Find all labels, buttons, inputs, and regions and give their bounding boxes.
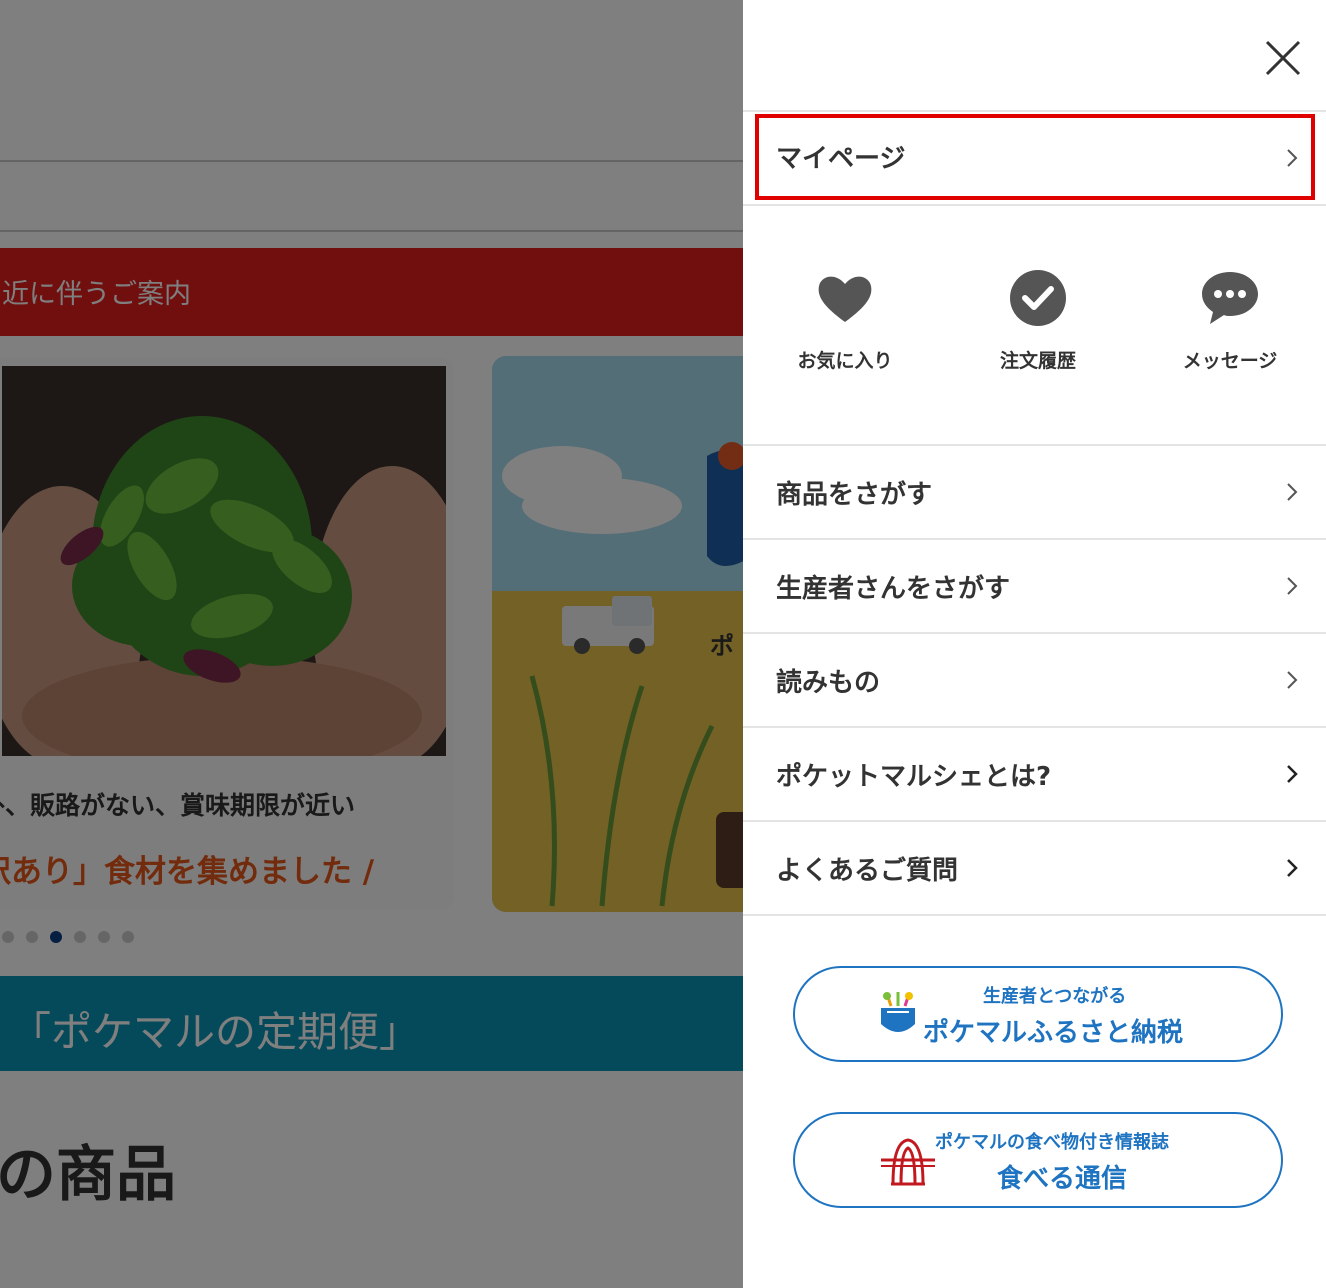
side-drawer: マイページ お気に入り 注文履歴 メッセージ 商品をさがす 生産者さんをさがす …	[743, 0, 1326, 1288]
menu-item-label: 読みもの	[776, 668, 881, 698]
furusato-logo-icon	[881, 992, 915, 1032]
taberu-title: 食べる通信	[997, 1164, 1128, 1194]
close-icon	[1265, 40, 1301, 76]
menu-item-articles[interactable]: 読みもの	[743, 634, 1326, 726]
divider	[743, 204, 1326, 206]
quick-link-favorites[interactable]: お気に入り	[770, 268, 920, 373]
menu-item-label: ポケットマルシェとは?	[776, 762, 1052, 792]
menu-item-search-producers[interactable]: 生産者さんをさがす	[743, 540, 1326, 632]
menu-item-search-products[interactable]: 商品をさがす	[743, 446, 1326, 538]
furusato-tax-button[interactable]: 生産者とつながる ポケマルふるさと納税	[793, 966, 1283, 1062]
chat-bubble-icon	[1202, 272, 1258, 324]
divider	[743, 914, 1326, 916]
quick-link-label: 注文履歴	[999, 350, 1076, 372]
quick-link-label: メッセージ	[1182, 350, 1278, 372]
menu-item-label: よくあるご質問	[776, 856, 959, 886]
taberu-tagline: ポケマルの食べ物付き情報誌	[935, 1132, 1169, 1153]
menu-item-label: 商品をさがす	[776, 480, 933, 510]
menu-item-about[interactable]: ポケットマルシェとは?	[743, 728, 1326, 820]
chevron-right-icon	[1287, 483, 1298, 501]
check-circle-icon	[1010, 270, 1066, 326]
quick-link-label: お気に入り	[797, 350, 893, 372]
close-button[interactable]	[1263, 38, 1303, 78]
highlight-box	[755, 114, 1315, 200]
furusato-title: ポケマルふるさと納税	[923, 1018, 1184, 1048]
drawer-backdrop[interactable]	[0, 0, 743, 1288]
quick-link-messages[interactable]: メッセージ	[1155, 268, 1305, 373]
menu-item-faq[interactable]: よくあるご質問	[743, 822, 1326, 914]
chevron-right-icon	[1287, 577, 1298, 595]
taberu-tsushin-button[interactable]: ポケマルの食べ物付き情報誌 食べる通信	[793, 1112, 1283, 1208]
quick-link-order-history[interactable]: 注文履歴	[963, 268, 1113, 373]
furusato-tagline: 生産者とつながる	[983, 986, 1127, 1007]
chevron-right-icon	[1287, 765, 1298, 783]
heart-icon	[818, 276, 872, 322]
chevron-right-icon	[1287, 859, 1298, 877]
background-page: 近に伴うご案内	[0, 0, 743, 1288]
menu-item-label: 生産者さんをさがす	[776, 574, 1011, 604]
taberu-tsushin-logo-icon	[881, 1138, 935, 1186]
chevron-right-icon	[1287, 671, 1298, 689]
